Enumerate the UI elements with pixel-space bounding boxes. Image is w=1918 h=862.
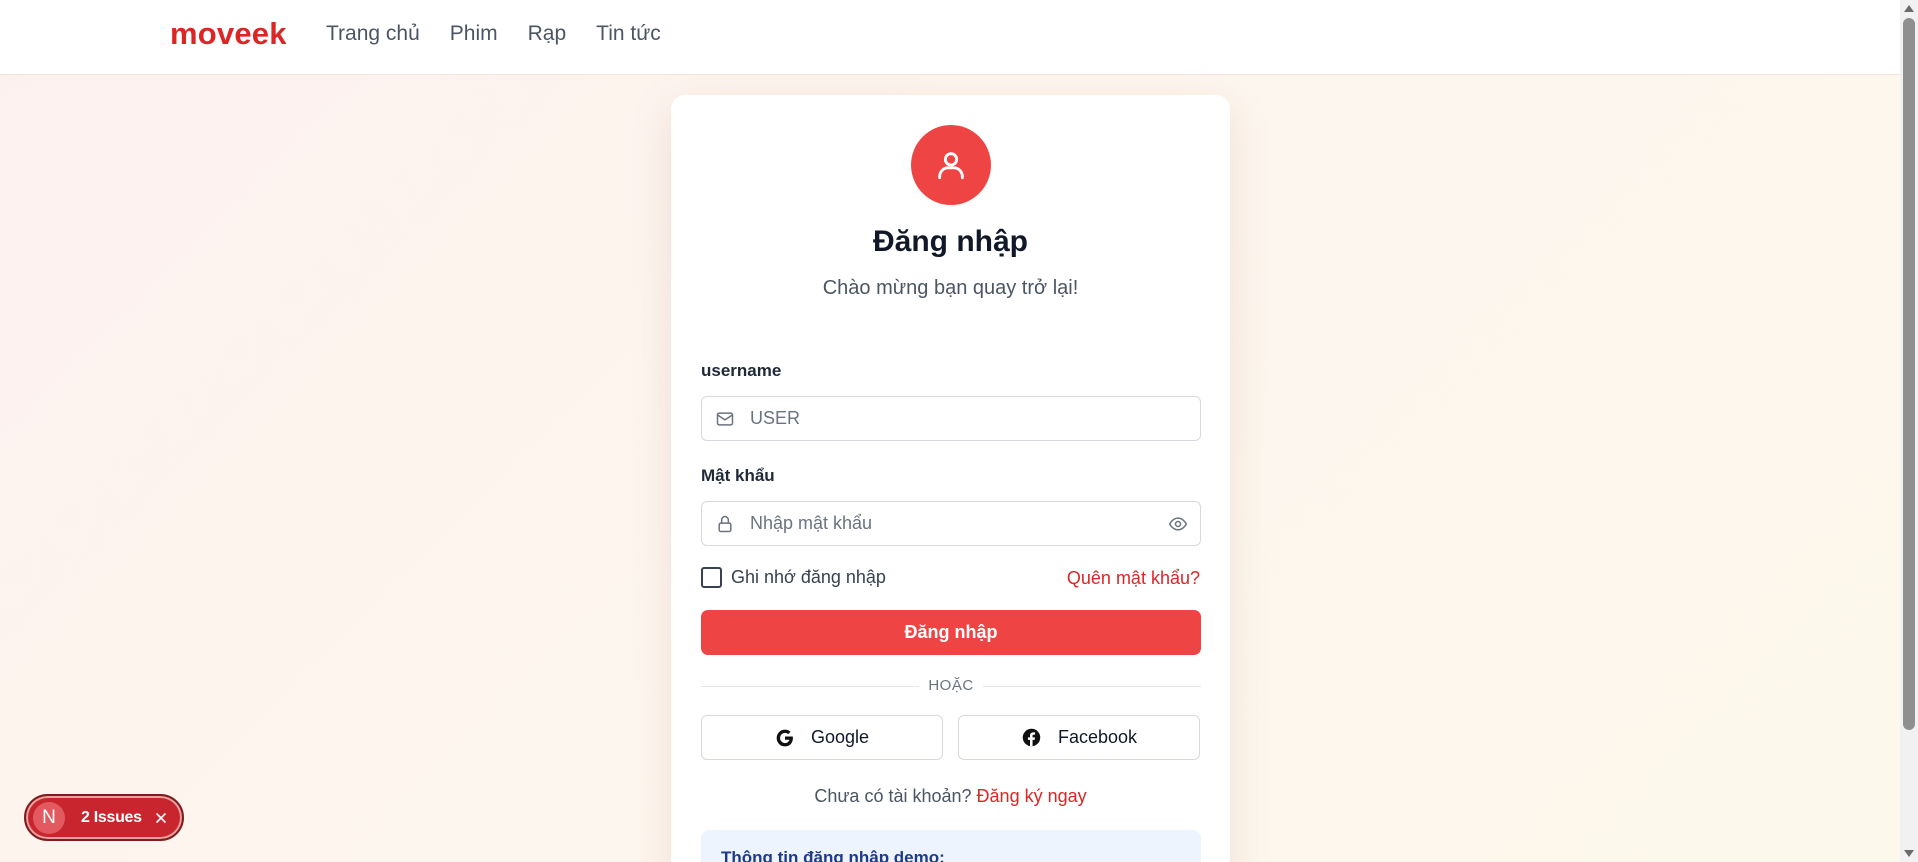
user-icon: [938, 152, 964, 180]
login-button[interactable]: Đăng nhập: [701, 610, 1201, 655]
signup-prompt-text: Chưa có tài khoản?: [814, 786, 972, 806]
signup-link[interactable]: Đăng ký ngay: [977, 786, 1087, 806]
google-label: Google: [810, 727, 870, 747]
nav-link-cinemas[interactable]: Rạp: [528, 22, 567, 46]
main-nav: Trang chủ Phim Rạp Tin tức: [326, 22, 661, 46]
user-icon-badge: [911, 125, 991, 205]
remember-label[interactable]: Ghi nhớ đăng nhập: [731, 567, 886, 588]
lock-icon: [718, 515, 732, 533]
remember-checkbox[interactable]: [701, 567, 722, 588]
page-subtitle: Chào mừng bạn quay trở lại!: [822, 277, 1079, 299]
close-icon[interactable]: [153, 810, 169, 826]
password-field[interactable]: [701, 501, 1201, 546]
or-divider: HOẶC: [701, 677, 1201, 697]
top-navbar: moveek Trang chủ Phim Rạp Tin tức: [0, 0, 1900, 75]
scroll-down-arrow-icon[interactable]: [1904, 850, 1914, 857]
username-input[interactable]: [750, 397, 1130, 440]
nav-link-news[interactable]: Tin tức: [596, 22, 661, 46]
remember-me: Ghi nhớ đăng nhập: [701, 567, 886, 588]
brand-logo[interactable]: moveek: [170, 16, 287, 52]
username-field[interactable]: [701, 396, 1201, 441]
scroll-up-arrow-icon[interactable]: [1904, 5, 1914, 12]
facebook-icon: [1022, 728, 1041, 747]
nextjs-logo-icon[interactable]: N: [33, 802, 65, 834]
signup-prompt: Chưa có tài khoản? Đăng ký ngay: [671, 786, 1230, 807]
google-icon: [776, 729, 793, 746]
username-label: username: [701, 361, 782, 380]
nav-link-home[interactable]: Trang chủ: [326, 22, 420, 46]
facebook-login-button[interactable]: Facebook: [958, 715, 1200, 760]
issues-count-label[interactable]: 2 Issues: [81, 809, 142, 827]
demo-info-title: Thông tin đăng nhập demo:: [721, 848, 945, 862]
facebook-label: Facebook: [1057, 727, 1138, 747]
mail-icon: [716, 412, 734, 426]
divider-line-right: [983, 686, 1201, 687]
page-title: Đăng nhập: [873, 225, 1028, 258]
password-input[interactable]: [750, 502, 1130, 545]
nav-link-movies[interactable]: Phim: [450, 22, 498, 46]
forgot-password-link[interactable]: Quên mật khẩu?: [1067, 568, 1200, 589]
google-login-button[interactable]: Google: [701, 715, 943, 760]
page-scrollbar[interactable]: [1900, 0, 1918, 862]
password-label: Mật khẩu: [701, 466, 775, 485]
eye-icon[interactable]: [1168, 514, 1188, 534]
login-card: Đăng nhập Chào mừng bạn quay trở lại! us…: [671, 95, 1230, 862]
dev-issues-badge[interactable]: N 2 Issues: [24, 794, 184, 841]
demo-info-box: Thông tin đăng nhập demo:: [701, 830, 1201, 862]
scrollbar-thumb[interactable]: [1903, 18, 1915, 730]
